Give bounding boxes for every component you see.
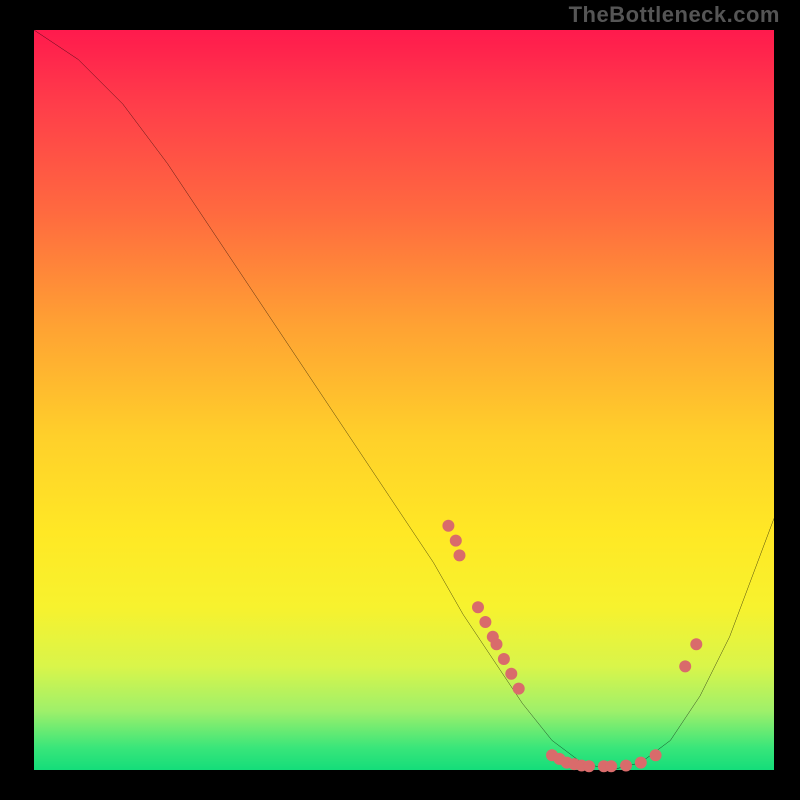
data-point bbox=[583, 760, 595, 772]
data-point bbox=[635, 757, 647, 769]
data-points bbox=[442, 520, 702, 772]
data-point bbox=[442, 520, 454, 532]
data-point bbox=[505, 668, 517, 680]
data-point bbox=[513, 683, 525, 695]
chart-svg bbox=[34, 30, 774, 770]
data-point bbox=[498, 653, 510, 665]
plot-area bbox=[34, 30, 774, 770]
data-point bbox=[650, 749, 662, 761]
data-point bbox=[450, 535, 462, 547]
data-point bbox=[472, 601, 484, 613]
data-point bbox=[605, 760, 617, 772]
series-curve bbox=[34, 30, 774, 770]
watermark-text: TheBottleneck.com bbox=[569, 2, 780, 28]
data-point bbox=[454, 549, 466, 561]
data-point bbox=[690, 638, 702, 650]
data-point bbox=[620, 760, 632, 772]
chart-container: TheBottleneck.com bbox=[0, 0, 800, 800]
data-point bbox=[491, 638, 503, 650]
data-point bbox=[679, 660, 691, 672]
data-point bbox=[479, 616, 491, 628]
